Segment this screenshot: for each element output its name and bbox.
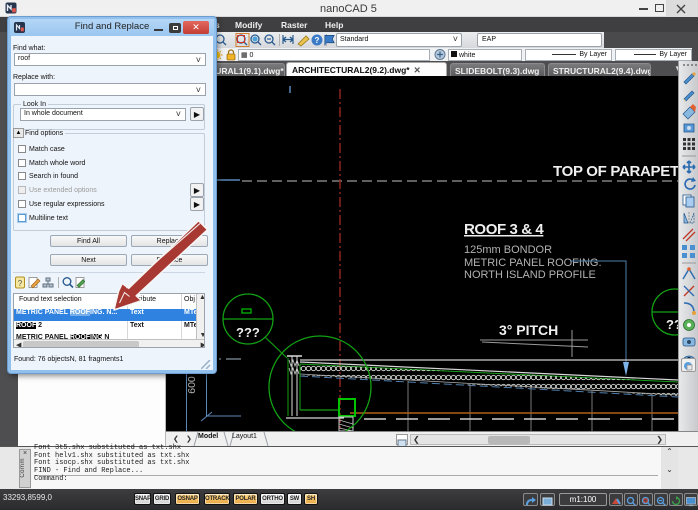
svg-text:TOP OF PARAPET: TOP OF PARAPET (553, 163, 678, 180)
svg-text:3° PITCH: 3° PITCH (499, 322, 558, 338)
svg-text:125mm BONDOR: 125mm BONDOR (464, 244, 552, 256)
svg-text:???: ??? (236, 325, 260, 340)
svg-text:600: 600 (186, 376, 198, 394)
svg-text:NORTH ISLAND PROFILE: NORTH ISLAND PROFILE (464, 269, 596, 281)
svg-text:ROOF 3 & 4: ROOF 3 & 4 (464, 221, 544, 238)
svg-text:METRIC PANEL ROOFING.: METRIC PANEL ROOFING. (464, 257, 602, 269)
svg-text:??: ?? (666, 317, 678, 332)
svg-text:?: ? (18, 279, 23, 288)
svg-text:?: ? (315, 36, 320, 45)
